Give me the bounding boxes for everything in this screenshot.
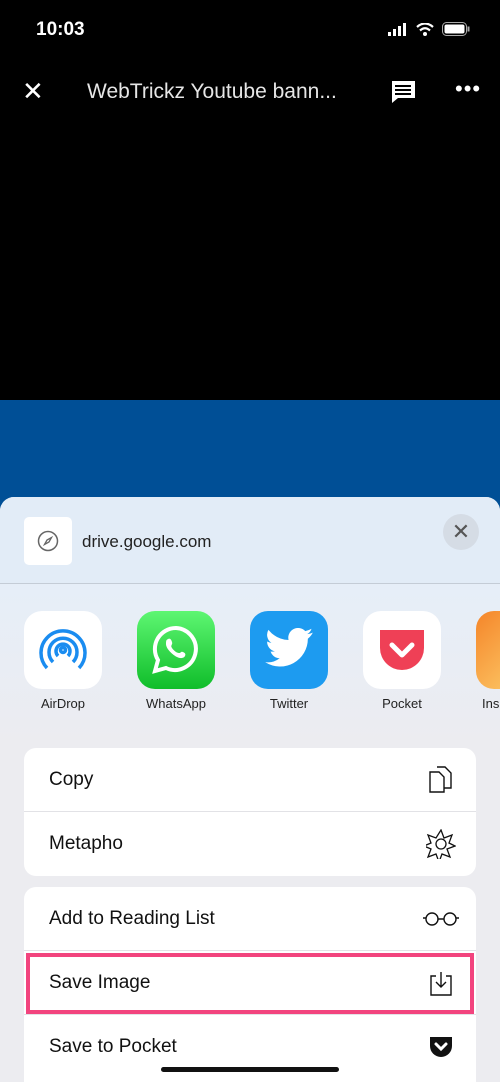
action-metapho[interactable]: Metapho — [24, 812, 476, 876]
whatsapp-icon — [137, 611, 215, 689]
metapho-icon — [426, 829, 456, 859]
airdrop-icon — [24, 611, 102, 689]
pocket-app-icon — [363, 611, 441, 689]
compass-icon — [24, 517, 72, 565]
app-label: Ins — [482, 696, 500, 711]
app-label: WhatsApp — [146, 696, 206, 711]
close-icon[interactable]: ✕ — [22, 78, 44, 104]
status-time: 10:03 — [36, 19, 85, 40]
app-label: Twitter — [269, 696, 309, 711]
comment-icon[interactable] — [390, 80, 416, 104]
viewer-toolbar: ✕ WebTrickz Youtube bann... ••• — [0, 60, 500, 122]
close-share-button[interactable]: ✕ — [443, 514, 479, 550]
app-airdrop[interactable]: AirDrop — [24, 611, 102, 711]
action-label: Copy — [49, 768, 94, 790]
action-label: Save to Pocket — [49, 1036, 177, 1057]
more-icon[interactable]: ••• — [455, 76, 481, 102]
app-row: AirDrop WhatsApp Twitter Pocket Ins — [0, 584, 500, 747]
action-label: Add to Reading List — [49, 907, 215, 929]
status-bar: 10:03 — [0, 0, 500, 60]
instagram-icon — [476, 611, 500, 689]
twitter-icon — [250, 611, 328, 689]
home-indicator — [161, 1067, 339, 1072]
app-pocket[interactable]: Pocket — [363, 611, 441, 711]
signal-icon — [388, 22, 406, 36]
app-whatsapp[interactable]: WhatsApp — [137, 611, 215, 711]
app-label: Pocket — [382, 696, 422, 711]
glasses-icon — [422, 904, 460, 934]
wifi-icon — [416, 22, 434, 36]
file-title: WebTrickz Youtube bann... — [87, 80, 337, 103]
action-add-reading-list[interactable]: Add to Reading List — [24, 887, 476, 951]
action-group-1: Copy Metapho — [24, 748, 476, 876]
battery-icon — [442, 22, 470, 36]
copy-icon — [426, 765, 456, 795]
save-image-highlight — [26, 953, 474, 1014]
action-copy[interactable]: Copy — [24, 748, 476, 812]
share-sheet: drive.google.com ✕ AirDrop WhatsApp Twit… — [0, 497, 500, 1082]
action-label: Metapho — [49, 833, 123, 854]
pocket-icon — [426, 1032, 456, 1062]
share-domain: drive.google.com — [82, 532, 212, 551]
app-twitter[interactable]: Twitter — [250, 611, 328, 711]
app-label: AirDrop — [40, 696, 86, 711]
share-header: drive.google.com ✕ — [0, 497, 500, 584]
app-instagram[interactable]: Ins — [476, 611, 500, 711]
image-preview — [0, 400, 500, 510]
